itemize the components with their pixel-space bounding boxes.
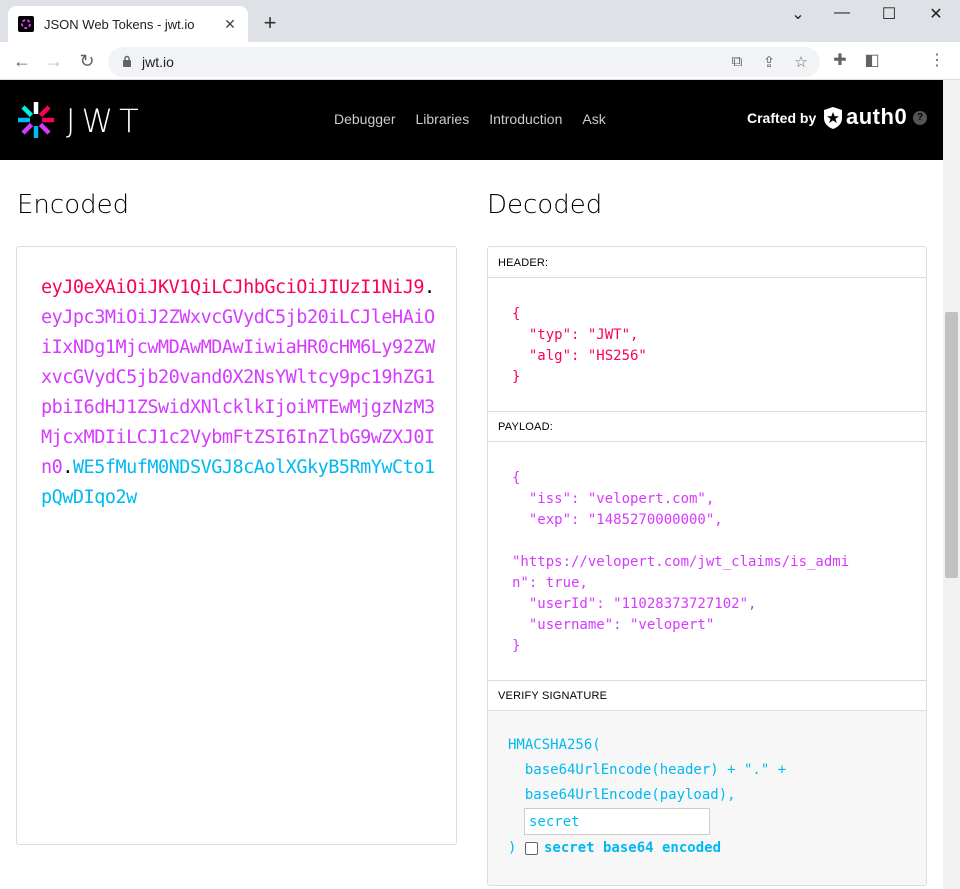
url-text: jwt.io [142,54,174,70]
logo-text[interactable]: JWT [66,102,145,140]
nav-libraries[interactable]: Libraries [416,111,470,127]
lock-icon [123,55,131,67]
forward-arrow-icon[interactable]: → [42,50,66,72]
nav-debugger[interactable]: Debugger [334,111,396,127]
decoded-panel: HEADER: { "typ": "JWT", "alg": "HS256" }… [487,246,927,886]
site-header: JWT Debugger Libraries Introduction Ask … [0,80,943,160]
main-nav: Debugger Libraries Introduction Ask [334,111,606,127]
verify-func-line: HMACSHA256( [508,737,601,753]
payload-section-label: PAYLOAD: [488,411,926,442]
jwt-favicon-icon [18,16,34,32]
bookmark-star-icon[interactable]: ☆ [792,53,810,71]
verify-header-line: base64UrlEncode(header) + "." + [508,762,787,778]
side-panel-icon[interactable]: ◧ [862,50,882,70]
reload-icon[interactable]: ↻ [75,50,99,72]
encoded-token[interactable]: eyJ0eXAiOiJKV1QiLCJhbGciOiJIUzI1NiJ9.eyJ… [41,273,441,513]
new-tab-button[interactable]: + [258,12,282,34]
verify-payload-line: base64UrlEncode(payload), [508,787,736,803]
help-icon[interactable]: ? [913,111,927,125]
minimize-button[interactable]: — [827,4,857,22]
token-dot: . [423,277,435,298]
nav-introduction[interactable]: Introduction [489,111,562,127]
verify-signature-label: VERIFY SIGNATURE [488,680,926,711]
browser-tab-bar: JSON Web Tokens - jwt.io ✕ + ⌄ — ☐ ✕ [0,0,960,42]
encoded-token-editor[interactable]: eyJ0eXAiOiJKV1QiLCJhbGciOiJIUzI1NiJ9.eyJ… [16,246,457,845]
auth0-shield-icon[interactable] [822,106,844,130]
verify-close-paren: ) [508,840,517,856]
secret-base64-checkbox[interactable] [525,842,538,855]
page-scrollbar[interactable] [943,80,960,889]
back-arrow-icon[interactable]: ← [10,50,34,72]
secret-base64-label[interactable]: secret base64 encoded [544,840,721,856]
close-window-button[interactable]: ✕ [921,4,951,24]
extensions-icon[interactable]: ✚ [830,50,850,70]
encoded-title: Encoded [17,190,130,220]
scrollbar-thumb[interactable] [945,312,958,578]
maximize-button[interactable]: ☐ [874,4,904,24]
jwt-logo-icon[interactable] [16,100,56,140]
translate-icon[interactable]: ⧉ [728,53,746,70]
decoded-title: Decoded [487,190,603,220]
omnibox[interactable]: jwt.io ⧉ ⇪ ☆ [108,47,820,77]
header-json-editor[interactable]: { "typ": "JWT", "alg": "HS256" } [512,304,647,388]
nav-ask[interactable]: Ask [582,111,605,127]
share-icon[interactable]: ⇪ [760,53,778,71]
auth0-brand[interactable]: auth0 [846,104,907,130]
tab-close-icon[interactable]: ✕ [222,16,238,33]
payload-json-editor[interactable]: { "iss": "velopert.com", "exp": "1485270… [512,468,849,657]
address-bar: ← → ↻ jwt.io ⧉ ⇪ ☆ ✚ ◧ ⋮ [0,42,960,80]
secret-input[interactable] [524,808,710,835]
token-payload-part: eyJpc3MiOiJ2ZWxvcGVydC5jb20iLCJleHAiOiIx… [41,307,435,478]
token-header-part: eyJ0eXAiOiJKV1QiLCJhbGciOiJIUzI1NiJ9 [41,277,424,298]
token-signature-part: WE5fMufM0NDSVGJ8cAolXGkyB5RmYwCto1pQwDIq… [41,457,435,508]
header-section-label: HEADER: [488,247,926,278]
verify-signature-section: HMACSHA256( base64UrlEncode(header) + ".… [488,711,926,885]
menu-kebab-icon[interactable]: ⋮ [927,50,947,70]
token-dot: . [62,457,73,478]
crafted-by-label: Crafted by [747,110,817,126]
tab-search-icon[interactable]: ⌄ [783,4,813,24]
tab-title: JSON Web Tokens - jwt.io [44,16,195,32]
browser-tab[interactable]: JSON Web Tokens - jwt.io ✕ [8,6,248,42]
